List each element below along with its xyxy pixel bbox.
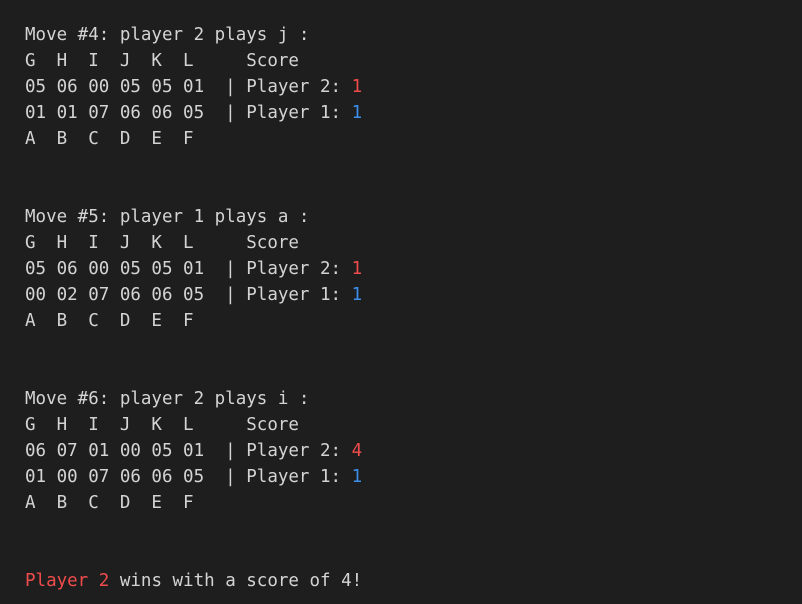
result-text: wins with a score of 4! [109, 571, 363, 591]
player1-score: 1 [351, 285, 363, 305]
bottom-pit-letters: A B C D E F [25, 311, 194, 331]
move-block: Move #4: player 2 plays j : G H I J K L … [25, 22, 795, 152]
move-header: Move #5: player 1 plays a : [25, 207, 310, 227]
player2-pits: 05 06 00 05 05 01 | Player 2: [25, 259, 352, 279]
player2-score: 1 [351, 259, 363, 279]
player1-pits: 00 02 07 06 06 05 | Player 1: [25, 285, 352, 305]
top-pit-letters: G H I J K L Score [25, 415, 299, 435]
player1-score: 1 [351, 103, 363, 123]
player1-pits: 01 01 07 06 06 05 | Player 1: [25, 103, 352, 123]
game-result: Player 2 wins with a score of 4! [25, 568, 795, 594]
top-pit-letters: G H I J K L Score [25, 233, 299, 253]
player2-pits: 06 07 01 00 05 01 | Player 2: [25, 441, 352, 461]
player2-pits: 05 06 00 05 05 01 | Player 2: [25, 77, 352, 97]
player1-row: 00 02 07 06 06 05 | Player 1: 1 [25, 282, 795, 308]
bottom-pit-letters: A B C D E F [25, 493, 194, 513]
player1-row: 01 00 07 06 06 05 | Player 1: 1 [25, 464, 795, 490]
player2-row: 06 07 01 00 05 01 | Player 2: 4 [25, 438, 795, 464]
player1-score: 1 [351, 467, 363, 487]
player2-row: 05 06 00 05 05 01 | Player 2: 1 [25, 256, 795, 282]
terminal-output: Move #4: player 2 plays j : G H I J K L … [25, 22, 795, 594]
top-pit-letters: G H I J K L Score [25, 51, 299, 71]
winner-name: Player 2 [25, 571, 110, 591]
move-block: Move #5: player 1 plays a : G H I J K L … [25, 204, 795, 334]
move-block: Move #6: player 2 plays i : G H I J K L … [25, 386, 795, 516]
player2-row: 05 06 00 05 05 01 | Player 2: 1 [25, 74, 795, 100]
move-header: Move #6: player 2 plays i : [25, 389, 310, 409]
player2-score: 1 [351, 77, 363, 97]
player1-pits: 01 00 07 06 06 05 | Player 1: [25, 467, 352, 487]
player1-row: 01 01 07 06 06 05 | Player 1: 1 [25, 100, 795, 126]
bottom-pit-letters: A B C D E F [25, 129, 194, 149]
move-header: Move #4: player 2 plays j : [25, 25, 310, 45]
player2-score: 4 [351, 441, 363, 461]
